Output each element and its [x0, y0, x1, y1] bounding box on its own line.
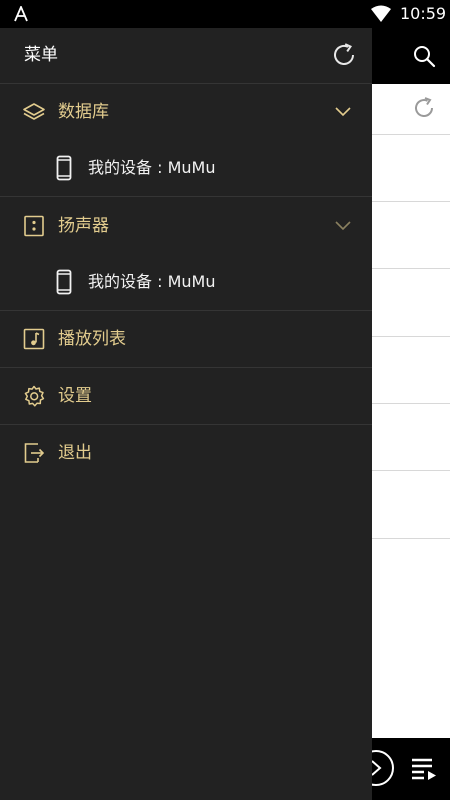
- divider: [0, 196, 372, 197]
- refresh-icon[interactable]: [412, 96, 436, 120]
- exit-icon: [24, 443, 45, 463]
- list-divider: [372, 134, 450, 135]
- wifi-icon: [371, 5, 391, 22]
- menu-item-label: 扬声器: [58, 216, 109, 236]
- gear-icon: [24, 385, 45, 407]
- device-label: 我的设备 : MuMu: [88, 272, 216, 291]
- menu-item-playlist[interactable]: 播放列表: [0, 311, 372, 367]
- layers-icon: [23, 103, 45, 120]
- status-time: 10:59: [400, 4, 447, 23]
- app-notification-icon: [14, 6, 28, 22]
- phone-icon: [56, 269, 72, 295]
- navigation-drawer: 菜单 数据库 我的设备 : MuMu 扬声器 我的设备: MuMu 播放列表 …: [0, 28, 372, 800]
- menu-item-label: 设置: [58, 386, 92, 406]
- chevron-down-icon[interactable]: [334, 218, 352, 232]
- drawer-title: 菜单: [24, 45, 58, 65]
- search-icon[interactable]: [412, 44, 436, 68]
- device-item-speakers[interactable]: 我的设备 : MuMu: [0, 254, 372, 310]
- menu-item-label: 退出: [58, 443, 92, 463]
- phone-icon: [56, 155, 72, 181]
- menu-item-label: 播放列表: [58, 329, 126, 349]
- list-divider: [372, 403, 450, 404]
- list-divider: [372, 336, 450, 337]
- status-bar: 10:59: [0, 0, 450, 28]
- list-divider: [372, 470, 450, 471]
- menu-item-database[interactable]: 数据库: [0, 84, 372, 140]
- playlist-icon: [23, 328, 45, 350]
- menu-item-settings[interactable]: 设置: [0, 368, 372, 424]
- menu-item-speakers[interactable]: 扬声器: [0, 198, 372, 254]
- refresh-icon[interactable]: [331, 42, 357, 68]
- speaker-icon: [24, 215, 44, 237]
- device-item-database[interactable]: 我的设备 : MuMu: [0, 140, 372, 196]
- queue-icon[interactable]: [410, 756, 438, 782]
- list-divider: [372, 201, 450, 202]
- list-divider: [372, 268, 450, 269]
- menu-item-exit[interactable]: 退出: [0, 425, 372, 481]
- list-divider: [372, 538, 450, 539]
- device-label: 我的设备 : MuMu: [88, 158, 216, 177]
- menu-item-label: 数据库: [58, 102, 109, 122]
- drawer-header: 菜单: [0, 28, 372, 84]
- chevron-down-icon[interactable]: [334, 104, 352, 118]
